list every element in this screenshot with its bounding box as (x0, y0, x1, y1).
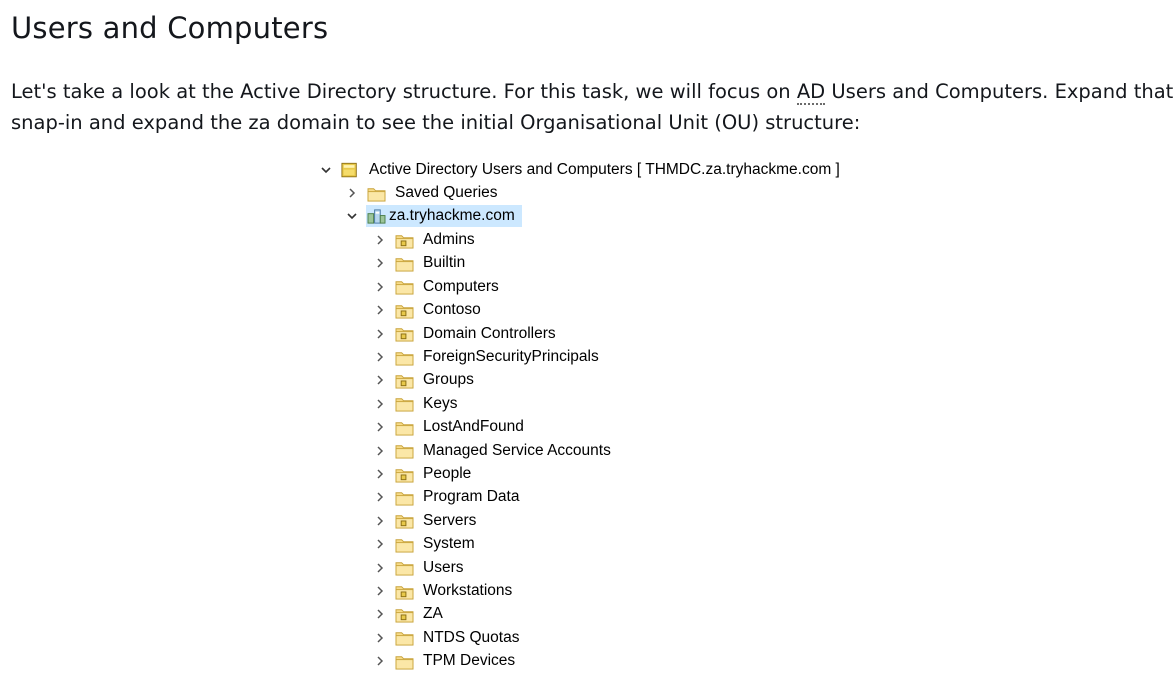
tree-item-label: Workstations (423, 582, 513, 599)
chevron-right-icon[interactable] (372, 513, 388, 529)
folder-icon (394, 418, 414, 436)
chevron-right-icon[interactable] (372, 396, 388, 412)
intro-paragraph: Let's take a look at the Active Director… (11, 76, 1173, 138)
tree-item-label: Computers (423, 277, 499, 295)
ou-icon (394, 325, 414, 343)
folder-icon (394, 652, 414, 670)
tree-item-users[interactable]: Users (372, 557, 466, 579)
tree-item-label: Saved Queries (395, 184, 498, 201)
tree-item-system[interactable]: System (372, 533, 478, 555)
tree-item-label: ZA (423, 605, 443, 623)
chevron-right-icon[interactable] (372, 232, 388, 248)
tree-item-label: TPM Devices (423, 652, 516, 670)
folder-icon (394, 629, 414, 647)
ou-icon (394, 582, 414, 600)
chevron-right-icon[interactable] (372, 583, 388, 599)
tree-item-za[interactable]: ZA (372, 603, 446, 625)
ou-icon (394, 465, 414, 483)
tree-item-label: ForeignSecurityPrincipals (423, 348, 599, 365)
tree-item-foreignsecurityprincipals[interactable]: ForeignSecurityPrincipals (372, 346, 602, 368)
tree-item-label: Groups (423, 371, 474, 389)
chevron-right-icon[interactable] (372, 606, 388, 622)
chevron-right-icon[interactable] (372, 419, 388, 435)
tree-item-label: Admins (423, 231, 475, 248)
chevron-right-icon[interactable] (372, 630, 388, 646)
chevron-right-icon[interactable] (372, 349, 388, 365)
tree-item-program-data[interactable]: Program Data (372, 486, 522, 508)
folder-icon (394, 559, 414, 577)
tree-item-domain[interactable]: za.tryhackme.com (344, 205, 522, 227)
tree-item-lostandfound[interactable]: LostAndFound (372, 416, 527, 438)
chevron-down-icon[interactable] (318, 162, 334, 178)
tree-item-contoso[interactable]: Contoso (372, 299, 484, 321)
tree-root-row[interactable]: Active Directory Users and Computers [ T… (318, 159, 843, 181)
snapin-icon (340, 161, 360, 179)
tree-item-tpm-devices[interactable]: TPM Devices (372, 650, 518, 672)
intro-text-part1: Let's take a look at the Active Director… (11, 80, 797, 103)
chevron-down-icon[interactable] (344, 208, 360, 224)
folder-icon (394, 535, 414, 553)
folder-icon (394, 348, 414, 366)
tree-item-label: Managed Service Accounts (423, 441, 611, 459)
folder-icon (394, 395, 414, 413)
tree-item-label: Users (423, 558, 464, 576)
tree-item-label: Domain Controllers (423, 324, 556, 342)
chevron-right-icon[interactable] (372, 279, 388, 295)
chevron-right-icon[interactable] (372, 443, 388, 459)
tree-item-label: za.tryhackme.com (389, 207, 515, 224)
chevron-right-icon[interactable] (372, 489, 388, 505)
chevron-right-icon[interactable] (372, 302, 388, 318)
folder-icon (394, 254, 414, 272)
ad-abbreviation[interactable]: AD (796, 80, 826, 105)
tree-item-label: Builtin (423, 254, 466, 272)
tree-item-label: LostAndFound (423, 418, 524, 436)
tree-item-builtin[interactable]: Builtin (372, 252, 468, 274)
folder-icon (366, 184, 386, 202)
tree-item-label: Keys (423, 394, 458, 412)
ou-icon (394, 605, 414, 623)
tree-item-domain-controllers[interactable]: Domain Controllers (372, 323, 559, 345)
chevron-right-icon[interactable] (372, 372, 388, 388)
chevron-right-icon[interactable] (372, 560, 388, 576)
tree-item-label: People (423, 465, 472, 482)
tree-item-label: Contoso (423, 301, 481, 319)
chevron-right-icon[interactable] (372, 466, 388, 482)
tree-item-label: Program Data (423, 488, 520, 506)
chevron-right-icon[interactable] (344, 185, 360, 201)
ou-icon (394, 301, 414, 319)
tree-item-saved-queries[interactable]: Saved Queries (344, 182, 501, 204)
tree-item-label: NTDS Quotas (423, 628, 520, 646)
tree-item-label: System (423, 535, 475, 553)
folder-icon (394, 488, 414, 506)
chevron-right-icon[interactable] (372, 536, 388, 552)
tree-item-ntds-quotas[interactable]: NTDS Quotas (372, 627, 522, 649)
tree-item-label: Servers (423, 511, 477, 529)
tree-item-workstations[interactable]: Workstations (372, 580, 515, 602)
ad-tree-view: Active Directory Users and Computers [ T… (318, 157, 878, 677)
folder-icon (394, 442, 414, 460)
tree-item-admins[interactable]: Admins (372, 229, 478, 251)
ou-icon (394, 512, 414, 530)
tree-item-computers[interactable]: Computers (372, 276, 502, 298)
tree-root-label: Active Directory Users and Computers [ T… (369, 161, 840, 178)
folder-icon (394, 278, 414, 296)
tree-item-groups[interactable]: Groups (372, 369, 477, 391)
tree-item-servers[interactable]: Servers (372, 510, 479, 532)
intro-text-part2: Users and Computers. Expand that (825, 80, 1174, 103)
tree-item-keys[interactable]: Keys (372, 393, 460, 415)
ou-icon (394, 231, 414, 249)
page-title: Users and Computers (11, 11, 329, 45)
domain-icon (366, 207, 386, 225)
chevron-right-icon[interactable] (372, 326, 388, 342)
tree-item-people[interactable]: People (372, 463, 474, 485)
ou-icon (394, 371, 414, 389)
intro-text-line2: snap-in and expand the za domain to see … (11, 111, 861, 134)
chevron-right-icon[interactable] (372, 653, 388, 669)
chevron-right-icon[interactable] (372, 255, 388, 271)
tree-item-managed-service-accounts[interactable]: Managed Service Accounts (372, 440, 614, 462)
